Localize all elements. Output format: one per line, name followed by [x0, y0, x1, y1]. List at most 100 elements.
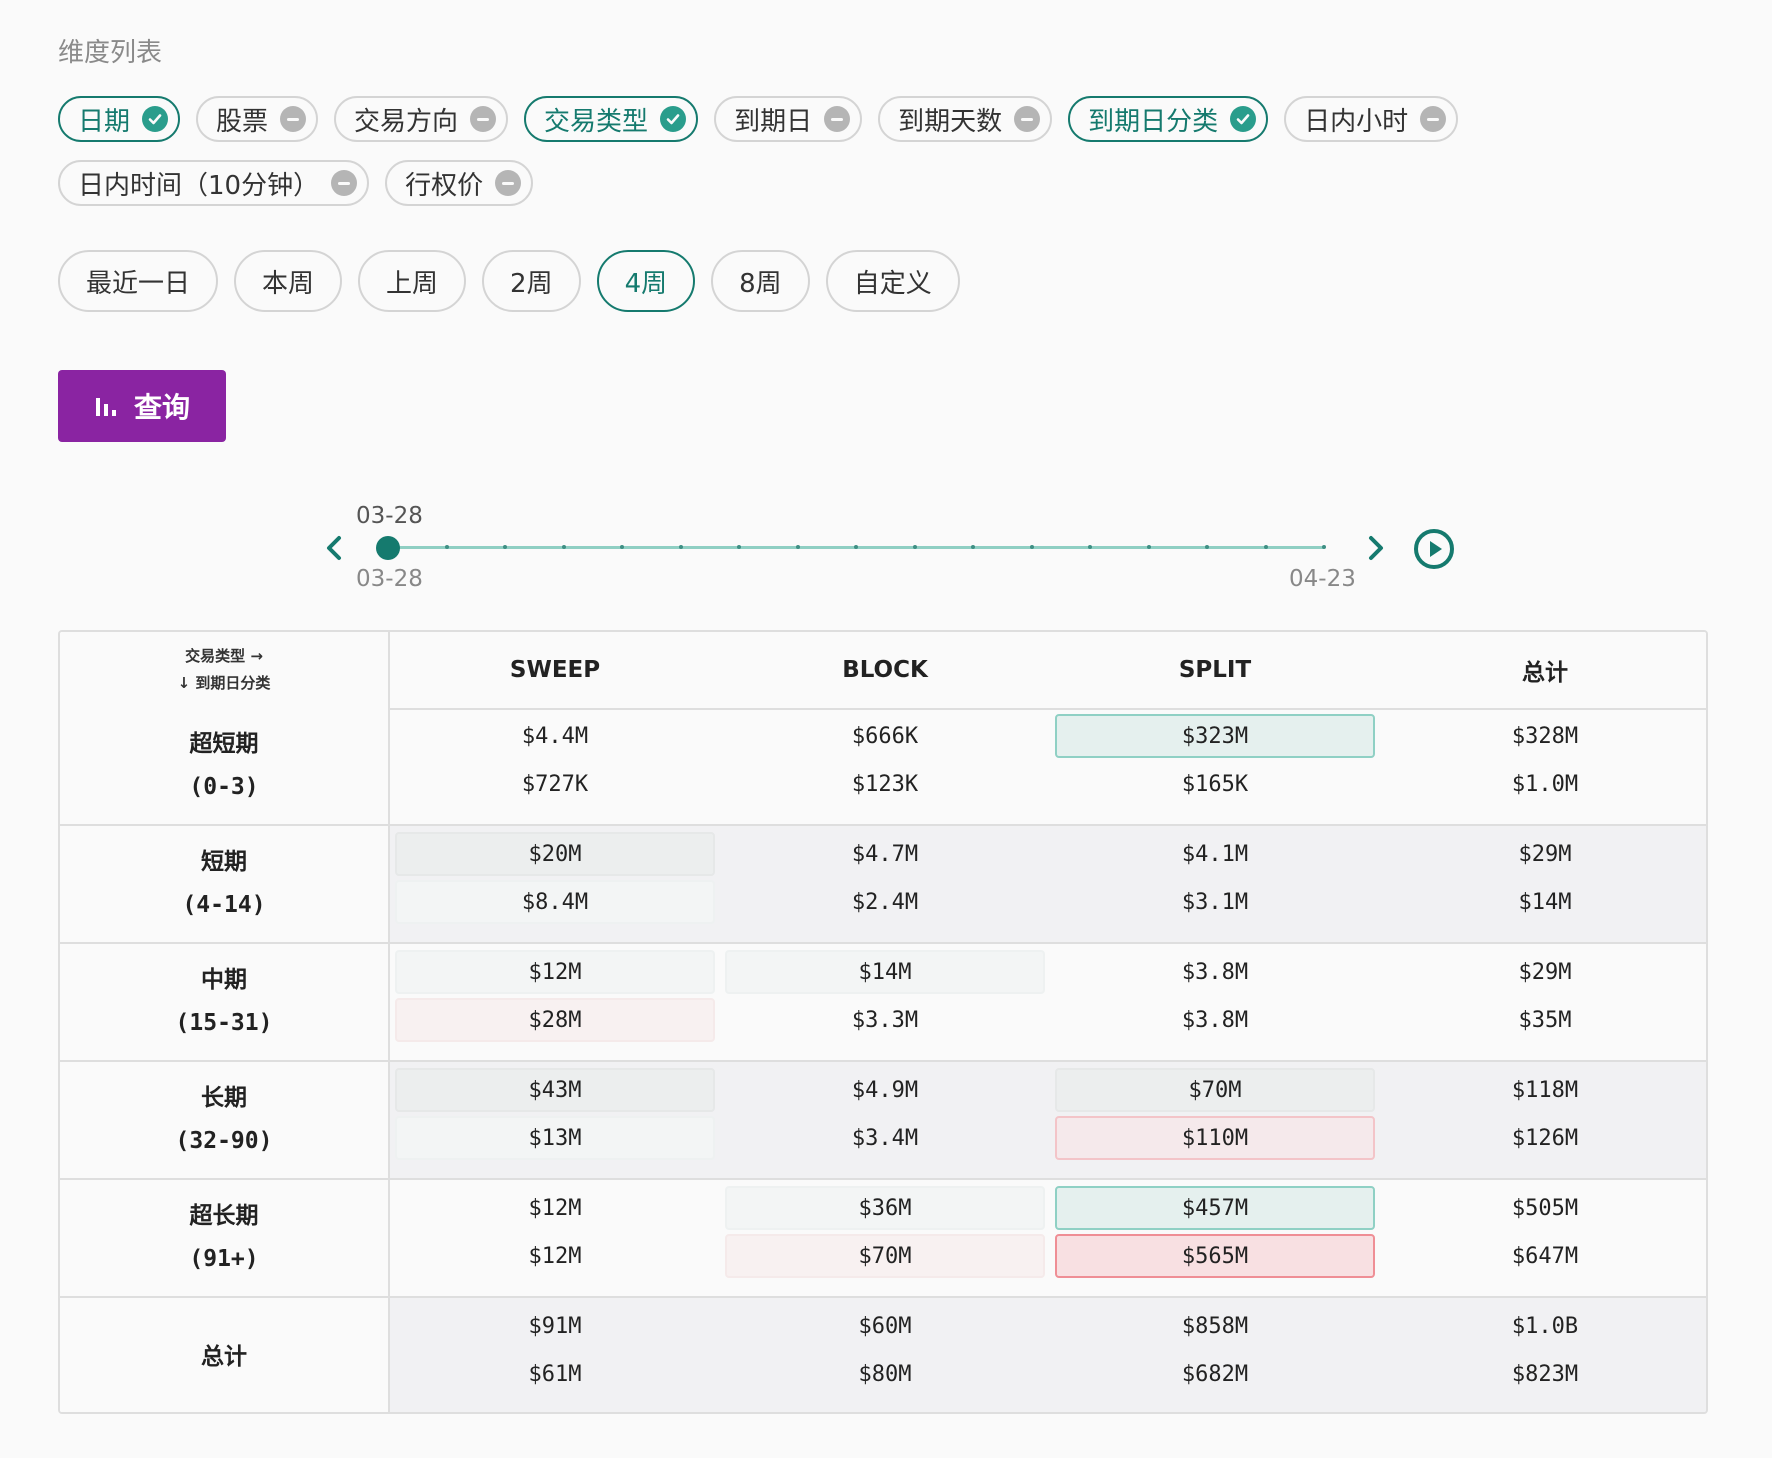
dimension-chip[interactable]: 日内时间（10分钟） [58, 160, 370, 206]
table-cell[interactable]: $1.0M [1385, 762, 1705, 806]
table-cell[interactable]: $13M [395, 1116, 715, 1160]
table-cell[interactable]: $3.8M [1055, 998, 1375, 1042]
table-cell[interactable]: $165K [1055, 762, 1375, 806]
table-cell[interactable]: $36M [725, 1186, 1045, 1230]
table-cell[interactable]: $29M [1385, 950, 1705, 994]
table-cell[interactable]: $29M [1385, 832, 1705, 876]
time-range-button[interactable]: 8周 [711, 250, 810, 312]
time-range-button[interactable]: 4周 [596, 250, 696, 312]
timeline-tick[interactable] [678, 545, 683, 549]
time-range-button[interactable]: 最近一日 [58, 250, 219, 312]
dimension-chip[interactable]: 日期 [58, 96, 181, 142]
timeline-tick[interactable] [1263, 545, 1268, 549]
dimension-chip[interactable]: 行权价 [385, 160, 534, 206]
table-cell[interactable]: $91M [395, 1304, 715, 1348]
minus-circle-icon[interactable] [331, 170, 358, 196]
timeline-tick[interactable] [971, 545, 975, 549]
table-cell[interactable]: $4.9M [725, 1068, 1045, 1112]
timeline-tick[interactable] [1029, 545, 1034, 549]
dimension-chip[interactable]: 交易方向 [334, 96, 509, 142]
timeline-tick[interactable] [854, 545, 858, 549]
row-header-name: 长期 [201, 1085, 247, 1111]
table-cell[interactable]: $647M [1385, 1234, 1705, 1278]
time-range-button[interactable]: 自定义 [825, 250, 960, 312]
table-cell[interactable]: $823M [1385, 1352, 1705, 1396]
table-cell[interactable]: $666K [725, 714, 1045, 758]
table-cell[interactable]: $110M [1055, 1116, 1375, 1160]
minus-circle-icon[interactable] [824, 106, 851, 132]
dimension-chip[interactable]: 日内小时 [1284, 96, 1459, 142]
time-range-button[interactable]: 上周 [358, 250, 467, 312]
check-circle-icon[interactable] [660, 106, 687, 132]
table-cell[interactable]: $328M [1385, 714, 1705, 758]
table-cell[interactable]: $2.4M [725, 880, 1045, 924]
table-cell[interactable]: $14M [725, 950, 1045, 994]
table-cell[interactable]: $20M [395, 832, 715, 876]
table-cell[interactable]: $505M [1385, 1186, 1705, 1230]
play-circle-icon[interactable] [1413, 528, 1455, 570]
table-cell[interactable]: $70M [1055, 1068, 1375, 1112]
table-cell[interactable]: $4.1M [1055, 832, 1375, 876]
table-cell[interactable]: $123K [725, 762, 1045, 806]
dimension-chip[interactable]: 到期天数 [878, 96, 1053, 142]
table-corner: 交易类型 → ↓ 到期日分类 [60, 632, 390, 708]
timeline-tick[interactable] [503, 545, 507, 549]
table-cell[interactable]: $3.8M [1055, 950, 1375, 994]
minus-circle-icon[interactable] [280, 106, 307, 132]
time-range-button[interactable]: 本周 [234, 250, 343, 312]
table-cell[interactable]: $12M [395, 950, 715, 994]
check-circle-icon[interactable] [1230, 106, 1257, 132]
table-cell[interactable]: $727K [395, 762, 715, 806]
table-cell[interactable]: $858M [1055, 1304, 1375, 1348]
table-cell[interactable]: $12M [395, 1186, 715, 1230]
table-cell[interactable]: $14M [1385, 880, 1705, 924]
table-row: 长期 (32-90) $43M $13M $4.9M $3.4M $70M $110M $118… [60, 1062, 1706, 1180]
dimension-chip[interactable]: 到期日分类 [1068, 96, 1269, 142]
timeline-tick[interactable] [444, 545, 449, 549]
timeline-tick[interactable] [620, 545, 624, 549]
minus-circle-icon[interactable] [1420, 106, 1447, 132]
table-cell[interactable]: $323M [1055, 714, 1375, 758]
chevron-right-icon[interactable] [1362, 530, 1390, 566]
query-button[interactable]: 查询 [58, 370, 226, 442]
table-cell[interactable]: $80M [725, 1352, 1045, 1396]
dimension-chip[interactable]: 股票 [196, 96, 319, 142]
table-cell[interactable]: $3.4M [725, 1116, 1045, 1160]
table-cell[interactable]: $35M [1385, 998, 1705, 1042]
time-range-button[interactable]: 2周 [482, 250, 581, 312]
timeline-tick[interactable] [1088, 545, 1092, 549]
timeline-tick[interactable] [1205, 545, 1209, 549]
table-cell[interactable]: $3.1M [1055, 880, 1375, 924]
timeline-tick[interactable] [1322, 545, 1326, 549]
minus-circle-icon[interactable] [495, 170, 522, 196]
table-cell[interactable]: $61M [395, 1352, 715, 1396]
dimension-chip[interactable]: 到期日 [714, 96, 863, 142]
table-cell[interactable]: $60M [725, 1304, 1045, 1348]
dimension-chip[interactable]: 交易类型 [524, 96, 699, 142]
check-circle-icon[interactable] [142, 106, 169, 132]
timeline-handle[interactable] [376, 536, 400, 560]
table-cell[interactable]: $457M [1055, 1186, 1375, 1230]
table-cell[interactable]: $126M [1385, 1116, 1705, 1160]
table-cell[interactable]: $70M [725, 1234, 1045, 1278]
minus-circle-icon[interactable] [470, 106, 497, 132]
timeline-tick[interactable] [912, 545, 917, 549]
table-cell[interactable]: $1.0B [1385, 1304, 1705, 1348]
table-cell[interactable]: $4.4M [395, 714, 715, 758]
timeline-tick[interactable] [561, 545, 566, 549]
table-cell[interactable]: $565M [1055, 1234, 1375, 1278]
table-cell[interactable]: $3.3M [725, 998, 1045, 1042]
table-cell[interactable]: $8.4M [395, 880, 715, 924]
table-cell[interactable]: $4.7M [725, 832, 1045, 876]
minus-circle-icon[interactable] [1014, 106, 1041, 132]
chevron-left-icon[interactable] [320, 530, 348, 566]
timeline-tick[interactable] [737, 545, 741, 549]
table-cell[interactable]: $118M [1385, 1068, 1705, 1112]
table-cell[interactable]: $43M [395, 1068, 715, 1112]
table-cell[interactable]: $28M [395, 998, 715, 1042]
row-header-name: 中期 [201, 967, 247, 993]
timeline-tick[interactable] [1146, 545, 1151, 549]
timeline-tick[interactable] [795, 545, 800, 549]
table-cell[interactable]: $12M [395, 1234, 715, 1278]
table-cell[interactable]: $682M [1055, 1352, 1375, 1396]
